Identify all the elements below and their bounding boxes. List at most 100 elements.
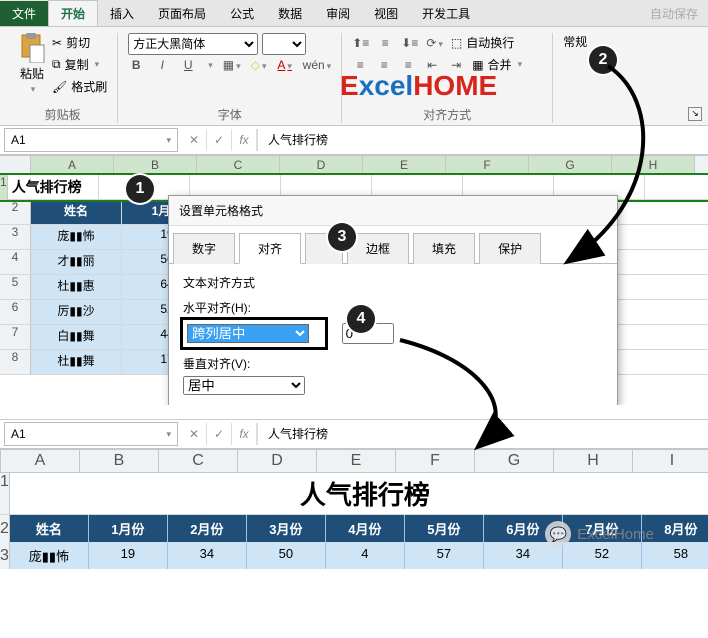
autosave-label: 自动保存 xyxy=(640,1,708,26)
formula-input[interactable]: 人气排行榜 xyxy=(257,423,708,445)
bold-button[interactable]: B xyxy=(128,58,144,72)
col-header[interactable]: G xyxy=(475,450,554,472)
col-header[interactable]: B xyxy=(80,450,159,472)
col-header-cell[interactable]: 3月份 xyxy=(247,515,326,542)
insert-tab[interactable]: 插入 xyxy=(98,1,146,26)
copy-button[interactable]: ⧉复制▾ xyxy=(52,55,107,74)
row-header[interactable]: 7 xyxy=(0,325,31,349)
col-header-cell[interactable]: 4月份 xyxy=(326,515,405,542)
select-all-corner[interactable] xyxy=(0,156,31,174)
phonetic-button[interactable]: wén▾ xyxy=(303,58,332,72)
col-header[interactable]: D xyxy=(238,450,317,472)
col-header[interactable]: A xyxy=(1,450,80,472)
row-header[interactable]: 6 xyxy=(0,300,31,324)
align-top-button[interactable]: ⬆≡ xyxy=(352,36,369,50)
row-header[interactable]: 4 xyxy=(0,250,31,274)
col-header-cell[interactable]: 2月份 xyxy=(168,515,247,542)
col-header-cell[interactable]: 姓名 xyxy=(10,515,89,542)
col-header[interactable]: D xyxy=(280,156,363,174)
cut-button[interactable]: ✂剪切 xyxy=(52,33,107,52)
col-header[interactable]: A xyxy=(31,156,114,174)
col-header-cell[interactable]: 1月份 xyxy=(89,515,168,542)
data-cell[interactable]: 4 xyxy=(326,542,405,569)
col-header[interactable]: E xyxy=(363,156,446,174)
tab-number[interactable]: 数字 xyxy=(173,233,235,264)
col-header[interactable]: F xyxy=(396,450,475,472)
row-header[interactable]: 1 xyxy=(0,175,8,199)
layout-tab[interactable]: 页面布局 xyxy=(146,1,218,26)
font-group: 方正大黑简体 B I U▾ ▦▾ ◇▾ A▾ wén▾ 字体 xyxy=(118,33,342,123)
number-group: 常规 xyxy=(553,33,597,123)
callout-2: 2 xyxy=(589,46,617,74)
data-tab[interactable]: 数据 xyxy=(266,1,314,26)
data-cell[interactable]: 57 xyxy=(405,542,484,569)
font-color-button[interactable]: A▾ xyxy=(277,58,293,72)
formula-enter-button[interactable]: ✓ xyxy=(207,423,232,445)
col-header[interactable]: E xyxy=(317,450,396,472)
halign-select[interactable]: 跨列居中 xyxy=(187,324,309,343)
col-header[interactable]: C xyxy=(197,156,280,174)
col-header[interactable]: B xyxy=(114,156,197,174)
col-header[interactable]: H xyxy=(554,450,633,472)
data-cell[interactable]: 34 xyxy=(168,542,247,569)
row-header[interactable]: 8 xyxy=(0,350,31,374)
general-format[interactable]: 常规 xyxy=(563,33,587,50)
col-header[interactable]: C xyxy=(159,450,238,472)
dev-tab[interactable]: 开发工具 xyxy=(410,1,482,26)
row-header[interactable]: 5 xyxy=(0,275,31,299)
fill-color-button[interactable]: ◇▾ xyxy=(251,58,267,72)
col-header[interactable]: I xyxy=(633,450,708,472)
halign-label: 水平对齐(H): xyxy=(183,299,603,316)
row-header[interactable]: 3 xyxy=(0,542,10,569)
row-header[interactable]: 3 xyxy=(0,225,31,249)
italic-button[interactable]: I xyxy=(154,58,170,72)
orientation-button[interactable]: ⟳▾ xyxy=(426,36,443,50)
col-header[interactable]: H xyxy=(612,156,695,174)
col-header[interactable]: F xyxy=(446,156,529,174)
home-tab[interactable]: 开始 xyxy=(48,0,98,26)
formula-tab[interactable]: 公式 xyxy=(218,1,266,26)
valign-select[interactable]: 居中 xyxy=(183,376,305,395)
formula-cancel-button[interactable]: ✕ xyxy=(182,129,207,151)
file-tab[interactable]: 文件 xyxy=(0,1,48,26)
underline-button[interactable]: U xyxy=(180,58,196,72)
data-cell[interactable]: 50 xyxy=(247,542,326,569)
data-cell[interactable]: 19 xyxy=(89,542,168,569)
font-size-select[interactable] xyxy=(262,33,306,55)
watermark: 💬 ExcelHome xyxy=(545,521,654,547)
name-box[interactable]: A1▾ xyxy=(4,422,178,446)
font-name-select[interactable]: 方正大黑简体 xyxy=(128,33,258,55)
row-header[interactable]: 2 xyxy=(0,515,10,542)
col-header[interactable]: G xyxy=(529,156,612,174)
format-painter-button[interactable]: 🖌格式刷 xyxy=(52,77,107,96)
title-cell[interactable]: 人气排行榜 xyxy=(8,175,99,199)
callout-4: 4 xyxy=(347,305,375,333)
tab-alignment[interactable]: 对齐 xyxy=(239,233,301,264)
wrap-text-button[interactable]: ⬚ 自动换行 xyxy=(451,33,514,52)
insert-function-button[interactable]: fx xyxy=(232,423,257,445)
data-cell[interactable]: 庞▮▮怖 xyxy=(10,542,89,569)
col-header-cell[interactable]: 5月份 xyxy=(405,515,484,542)
tab-fill[interactable]: 填充 xyxy=(413,233,475,264)
border-button[interactable]: ▦▾ xyxy=(223,58,241,72)
align-dialog-launcher[interactable]: ↘ xyxy=(688,107,702,121)
row-header[interactable]: 2 xyxy=(0,200,31,224)
scissors-icon: ✂ xyxy=(52,36,62,50)
row-header[interactable]: 1 xyxy=(0,473,10,514)
insert-function-button[interactable]: fx xyxy=(232,129,257,151)
tab-border[interactable]: 边框 xyxy=(347,233,409,264)
review-tab[interactable]: 审阅 xyxy=(314,1,362,26)
formula-input[interactable]: 人气排行榜 xyxy=(257,129,708,151)
formula-cancel-button[interactable]: ✕ xyxy=(182,423,207,445)
paste-button[interactable]: 粘贴▾ xyxy=(18,33,46,95)
clipboard-label: 剪贴板 xyxy=(18,104,107,123)
align-bottom-button[interactable]: ⬇≡ xyxy=(401,36,418,50)
name-box[interactable]: A1▾ xyxy=(4,128,178,152)
worksheet-upper: A B C D E F G H 1 人气排行榜 2 姓名 1月份 3庞▮▮怖19… xyxy=(0,155,708,405)
view-tab[interactable]: 视图 xyxy=(362,1,410,26)
tab-protect[interactable]: 保护 xyxy=(479,233,541,264)
formula-enter-button[interactable]: ✓ xyxy=(207,129,232,151)
merged-title-cell[interactable]: 人气排行榜 xyxy=(10,473,708,514)
section-label: 文本对齐方式 xyxy=(183,274,603,291)
align-middle-button[interactable]: ≡ xyxy=(377,36,393,50)
